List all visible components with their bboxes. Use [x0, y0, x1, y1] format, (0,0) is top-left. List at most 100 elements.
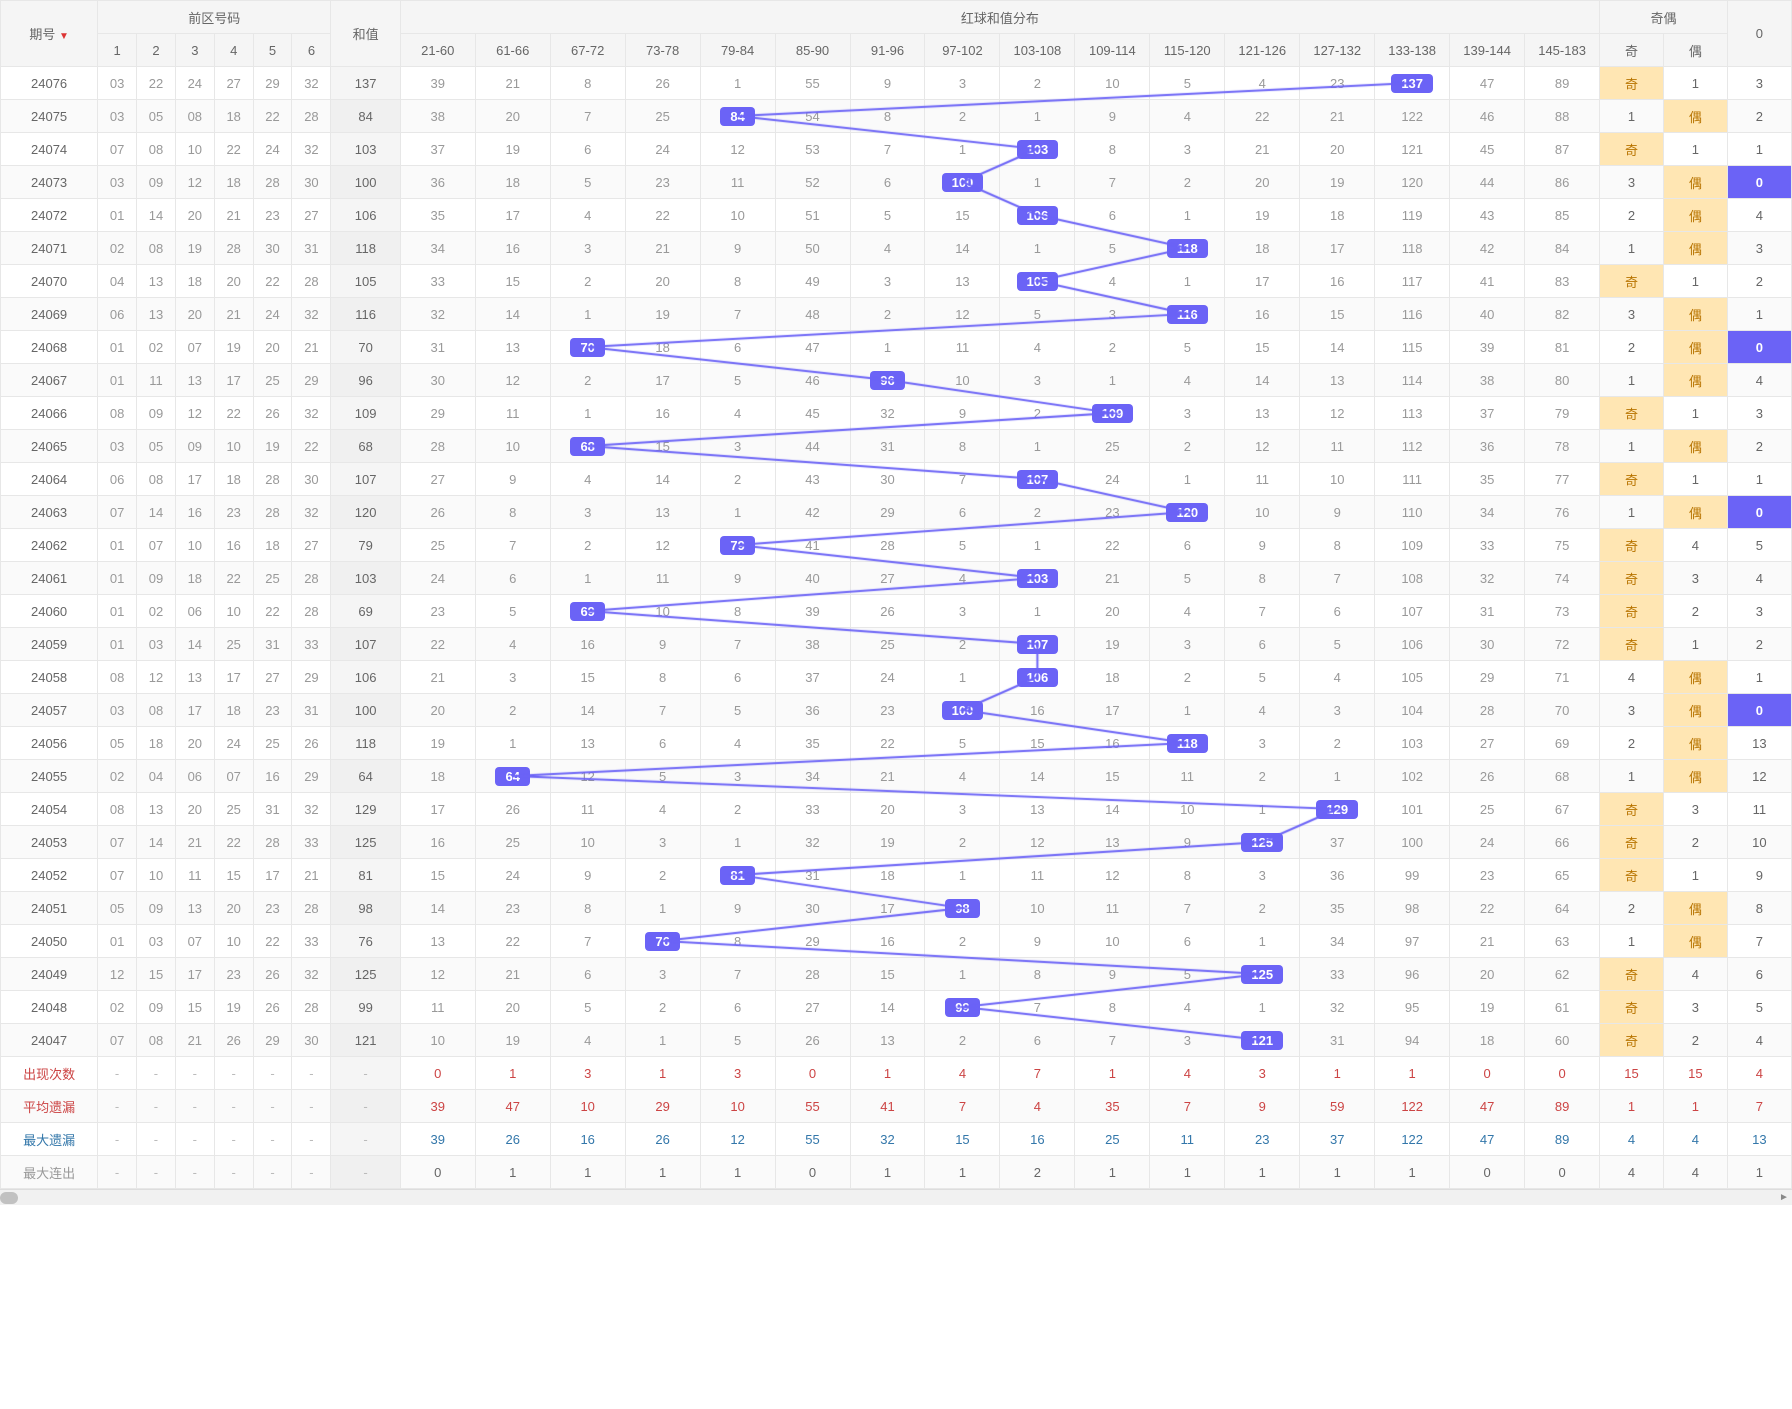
dist-cell: 68	[1525, 760, 1600, 793]
oe-cell: 1	[1600, 430, 1664, 463]
stat-val: 39	[400, 1123, 475, 1156]
front-col-1: 1	[98, 34, 137, 67]
dist-cell: 1	[1225, 793, 1300, 826]
hit-ball: 100	[942, 173, 984, 192]
stat-val: 10	[700, 1090, 775, 1123]
dist-cell: 6	[925, 496, 1000, 529]
dist-cell: 25	[1450, 793, 1525, 826]
dist-cell: 14	[400, 892, 475, 925]
period-cell: 24068	[1, 331, 98, 364]
dist-cell: 37	[775, 661, 850, 694]
dist-cell: 18	[1300, 199, 1375, 232]
oe-cell: 偶	[1663, 496, 1727, 529]
dist-cell: 18	[1450, 1024, 1525, 1057]
hit-ball: 100	[942, 701, 984, 720]
sum-cell: 84	[331, 100, 400, 133]
num-cell: 26	[292, 727, 331, 760]
dist-cell: 16	[850, 925, 925, 958]
dist-cell: 106	[1000, 661, 1075, 694]
hit-ball: 69	[570, 602, 604, 621]
num-cell: 08	[98, 397, 137, 430]
num-cell: 02	[137, 331, 176, 364]
stat-val: 7	[1000, 1057, 1075, 1090]
dist-cell: 42	[775, 496, 850, 529]
period-cell: 24050	[1, 925, 98, 958]
dist-cell: 34	[400, 232, 475, 265]
dist-cell: 3	[1150, 1024, 1225, 1057]
oe-cell: 8	[1727, 892, 1791, 925]
num-cell: 02	[98, 232, 137, 265]
oe-cell: 2	[1727, 265, 1791, 298]
stat-val: 1	[1075, 1156, 1150, 1189]
scroll-thumb[interactable]	[0, 1192, 18, 1204]
dist-cell: 112	[1375, 430, 1450, 463]
stat-val: 1	[1375, 1057, 1450, 1090]
dist-cell: 33	[1300, 958, 1375, 991]
dist-cell: 18	[1225, 232, 1300, 265]
dist-cell: 4	[550, 1024, 625, 1057]
dist-cell: 6	[1000, 1024, 1075, 1057]
dist-cell: 111	[1375, 463, 1450, 496]
dist-cell: 105	[1000, 265, 1075, 298]
num-cell: 28	[292, 991, 331, 1024]
dist-cell: 14	[550, 694, 625, 727]
dist-cell: 109	[1075, 397, 1150, 430]
dist-cell: 67	[1525, 793, 1600, 826]
oe-cell: 2	[1600, 727, 1664, 760]
dist-cell: 8	[850, 100, 925, 133]
num-cell: 31	[292, 694, 331, 727]
period-cell: 24048	[1, 991, 98, 1024]
dist-cell: 4	[700, 397, 775, 430]
stat-val: 4	[1150, 1057, 1225, 1090]
dist-cell: 18	[475, 166, 550, 199]
hit-ball: 105	[1017, 272, 1059, 291]
scroll-right-arrow[interactable]: ►	[1776, 1190, 1792, 1205]
num-cell: 28	[253, 166, 292, 199]
dist-cell: 5	[700, 1024, 775, 1057]
dist-cell: 3	[1075, 298, 1150, 331]
sort-icon[interactable]: ▼	[59, 31, 69, 42]
dist-cell: 10	[400, 1024, 475, 1057]
table-row: 2406307141623283212026831314229622312010…	[1, 496, 1792, 529]
num-cell: 15	[137, 958, 176, 991]
stat-val: 122	[1375, 1090, 1450, 1123]
num-cell: 05	[98, 892, 137, 925]
dist-cell: 33	[1450, 529, 1525, 562]
dist-cell: 3	[1000, 364, 1075, 397]
stat-label: 最大连出	[1, 1156, 98, 1189]
num-cell: 33	[292, 628, 331, 661]
dist-cell: 15	[1075, 760, 1150, 793]
dist-cell: 17	[475, 199, 550, 232]
num-cell: 29	[292, 364, 331, 397]
dist-cell: 1	[700, 826, 775, 859]
period-cell: 24051	[1, 892, 98, 925]
num-cell: 03	[98, 166, 137, 199]
dist-cell: 9	[1150, 826, 1225, 859]
dist-cell: 84	[1525, 232, 1600, 265]
dist-cell: 28	[775, 958, 850, 991]
horizontal-scrollbar[interactable]: ◄ ►	[0, 1189, 1792, 1205]
num-cell: 32	[292, 496, 331, 529]
dist-cell: 5	[700, 364, 775, 397]
dist-cell: 14	[1000, 760, 1075, 793]
dist-cell: 47	[775, 331, 850, 364]
table-row: 2407603222427293213739218261559321054231…	[1, 67, 1792, 100]
dist-cell: 17	[1225, 265, 1300, 298]
dist-cell: 8	[925, 430, 1000, 463]
dist-cell: 35	[1450, 463, 1525, 496]
num-cell: 32	[292, 793, 331, 826]
front-col-4: 4	[214, 34, 253, 67]
sum-cell: 103	[331, 133, 400, 166]
dist-cell: 100	[925, 166, 1000, 199]
num-cell: 25	[214, 793, 253, 826]
dist-cell: 14	[1225, 364, 1300, 397]
num-cell: 21	[214, 298, 253, 331]
dist-cell: 8	[1075, 133, 1150, 166]
dist-cell: 8	[550, 892, 625, 925]
dist-cell: 24	[400, 562, 475, 595]
dist-cell: 81	[1525, 331, 1600, 364]
dist-cell: 20	[1225, 166, 1300, 199]
dist-cell: 46	[1450, 100, 1525, 133]
col-period[interactable]: 期号 ▼	[1, 1, 98, 67]
dist-cell: 1	[625, 892, 700, 925]
